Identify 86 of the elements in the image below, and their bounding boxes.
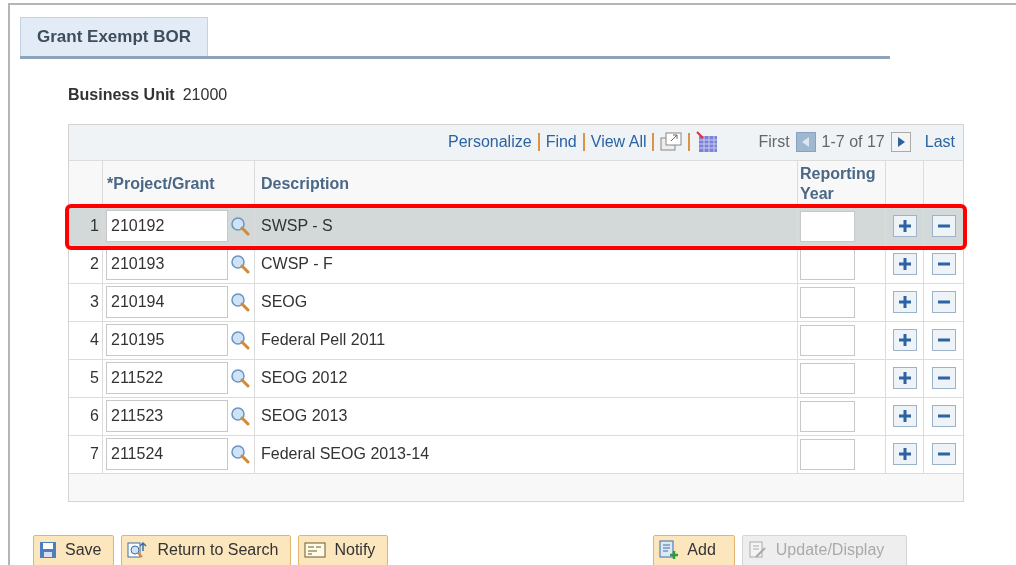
column-header: *Project/Grant [107, 173, 215, 194]
add-row-button[interactable] [892, 291, 917, 313]
previous-page-button[interactable] [795, 132, 816, 152]
plus-icon [897, 219, 912, 233]
spreadsheet-download-icon[interactable] [696, 131, 719, 153]
description-text: Federal Pell 2011 [261, 330, 386, 350]
row-number: 7 [90, 444, 99, 464]
reporting-year-field[interactable] [800, 248, 855, 280]
row-number: 4 [90, 330, 99, 350]
grid-row[interactable]: 6 211523 SEOG 2013 [69, 397, 963, 436]
delete-row-button[interactable] [931, 329, 956, 351]
grid-link[interactable]: Find [545, 130, 577, 154]
magnifier-icon[interactable] [230, 406, 250, 426]
add-row-button[interactable] [892, 443, 917, 465]
add-button[interactable]: Add [653, 534, 735, 565]
save-button[interactable]: Save [33, 534, 115, 565]
delete-row-button[interactable] [931, 367, 956, 389]
row-number: 3 [90, 292, 99, 312]
delete-row-button[interactable] [931, 291, 956, 313]
tab[interactable]: Grant Exempt BOR [20, 17, 208, 56]
description-text: CWSP - F [261, 254, 333, 274]
grid-link[interactable]: View All [590, 130, 647, 154]
magnifier-icon[interactable] [230, 330, 250, 350]
project-field[interactable]: 210195 [106, 324, 228, 356]
note-icon [304, 542, 327, 558]
add-row-button[interactable] [892, 405, 917, 427]
right-triangle-icon [896, 137, 905, 147]
add-row-button[interactable] [892, 367, 917, 389]
project-field[interactable]: 210193 [106, 248, 228, 280]
project-field[interactable]: 211524 [106, 438, 228, 470]
magnifier-icon[interactable] [230, 292, 250, 312]
description-text: SEOG 2013 [261, 406, 348, 426]
delete-row-button[interactable] [931, 215, 956, 237]
plus-icon [897, 295, 912, 309]
project-field[interactable]: 210192 [106, 210, 228, 242]
column-header: Description [261, 173, 349, 194]
row-number: 5 [90, 368, 99, 388]
plus-icon [897, 257, 912, 271]
row-number: 2 [90, 254, 99, 274]
grid-link[interactable]: Personalize [448, 130, 532, 154]
notify-button[interactable]: Notify [298, 534, 389, 565]
business-unit-label: Business Unit [68, 84, 175, 105]
magnifier-icon[interactable] [230, 254, 250, 274]
grid-row[interactable]: 3 210194 SEOG [69, 283, 963, 322]
plus-icon [897, 371, 912, 385]
add-row-button[interactable] [892, 253, 917, 275]
column-header: Reporting Year [800, 163, 877, 204]
reporting-year-field[interactable] [800, 210, 855, 242]
grid-link[interactable]: Last [924, 130, 955, 154]
magnifier-icon[interactable] [230, 216, 250, 236]
description-text: Federal SEOG 2013-14 [261, 444, 430, 464]
delete-row-button[interactable] [931, 253, 956, 275]
magnifier-icon[interactable] [230, 444, 250, 464]
add-row-button[interactable] [892, 329, 917, 351]
return-to-search-button[interactable]: Return to Search [121, 534, 292, 565]
business-unit-value: 21000 [182, 84, 228, 105]
reporting-year-field[interactable] [800, 400, 855, 432]
reporting-year-field[interactable] [800, 362, 855, 394]
left-triangle-icon [801, 137, 810, 147]
grid-row[interactable]: 5 211522 SEOG 2012 [69, 359, 963, 398]
reporting-year-field[interactable] [800, 438, 855, 470]
project-field[interactable]: 210194 [106, 286, 228, 318]
description-text: SEOG 2012 [261, 368, 348, 388]
plus-icon [897, 333, 912, 347]
grid-row[interactable]: 4 210195 Federal Pell 2011 [69, 321, 963, 360]
delete-row-button[interactable] [931, 443, 956, 465]
project-field[interactable]: 211523 [106, 400, 228, 432]
document-pencil-icon [747, 540, 768, 560]
row-number: 6 [90, 406, 99, 426]
delete-row-button[interactable] [931, 405, 956, 427]
row-number: 1 [90, 216, 99, 236]
description-text: SEOG [261, 292, 308, 312]
magnifier-icon[interactable] [230, 368, 250, 388]
pager-range: 1-7 of 17 [821, 132, 885, 152]
reporting-year-field[interactable] [800, 324, 855, 356]
plus-icon [897, 447, 912, 461]
document-plus-icon [659, 540, 680, 560]
add-row-button[interactable] [892, 215, 917, 237]
pager-first: First [758, 132, 790, 152]
new-window-icon[interactable] [660, 132, 683, 152]
plus-icon [897, 409, 912, 423]
reporting-year-field[interactable] [800, 286, 855, 318]
description-text: SWSP - S [261, 216, 333, 236]
project-field[interactable]: 211522 [106, 362, 228, 394]
grid-row[interactable]: 7 211524 Federal SEOG 2013-14 [69, 435, 963, 474]
next-page-button[interactable] [890, 132, 911, 152]
